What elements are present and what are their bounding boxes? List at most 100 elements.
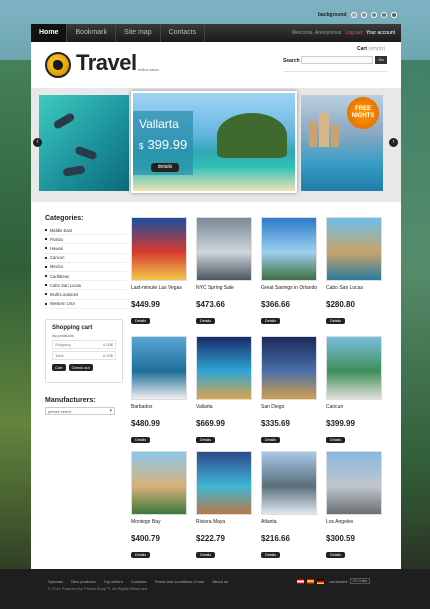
product-image[interactable] bbox=[131, 451, 187, 515]
header: Travel online store Cart (empty) Search … bbox=[31, 42, 401, 88]
nav-item-home[interactable]: Home bbox=[31, 24, 68, 42]
nav-item-contacts[interactable]: Contacts bbox=[161, 24, 206, 42]
product-details-button[interactable]: Details bbox=[196, 552, 215, 558]
nav-item-sitemap[interactable]: Site map bbox=[116, 24, 161, 42]
manufacturers-select[interactable]: please select bbox=[45, 406, 115, 415]
product-details-button[interactable]: Details bbox=[326, 318, 345, 324]
currency-select[interactable]: US Dollar bbox=[350, 578, 371, 584]
globe-logo-icon[interactable] bbox=[45, 52, 71, 78]
background-swatch[interactable] bbox=[370, 12, 377, 18]
product-name[interactable]: Cabo San Lucas bbox=[326, 285, 384, 298]
product-image[interactable] bbox=[326, 336, 382, 400]
product-image[interactable] bbox=[131, 336, 187, 400]
slider-next-button[interactable]: › bbox=[389, 138, 398, 147]
product-name[interactable]: San Diego bbox=[261, 404, 319, 417]
cart-summary[interactable]: Cart (empty) bbox=[357, 46, 385, 52]
product-name[interactable]: Vallarta bbox=[196, 404, 254, 417]
product-image[interactable] bbox=[326, 217, 382, 281]
product-image[interactable] bbox=[196, 451, 252, 515]
product-name[interactable]: Montego Bay bbox=[131, 519, 189, 532]
product-image[interactable] bbox=[261, 451, 317, 515]
category-item[interactable]: Hawaii bbox=[45, 244, 127, 254]
account-link[interactable]: Your account bbox=[366, 30, 395, 36]
background-swatch[interactable] bbox=[390, 12, 397, 18]
product-card[interactable]: Riviera Maya $222.79 Details bbox=[196, 451, 254, 561]
product-name[interactable]: Last-minute Las Vegas bbox=[131, 285, 189, 298]
product-card[interactable]: Los Angeles $300.59 Details bbox=[326, 451, 384, 561]
product-name[interactable]: Barbados bbox=[131, 404, 189, 417]
logo[interactable]: Travel bbox=[76, 50, 137, 76]
category-item[interactable]: Multi-Locations bbox=[45, 290, 127, 300]
category-item[interactable]: Mexico bbox=[45, 263, 127, 272]
product-card[interactable]: Cabo San Lucas $280.80 Details bbox=[326, 217, 384, 327]
background-swatch[interactable] bbox=[360, 12, 367, 18]
footer-link[interactable]: New products bbox=[71, 579, 95, 584]
product-card[interactable]: NYC Spring Sale $473.66 Details bbox=[196, 217, 254, 327]
category-item[interactable]: Middle East bbox=[45, 226, 127, 236]
product-name[interactable]: NYC Spring Sale bbox=[196, 285, 254, 298]
background-swatch[interactable] bbox=[380, 12, 387, 18]
product-card[interactable]: Great Savings in Orlando $366.66 Details bbox=[261, 217, 319, 327]
product-name[interactable]: Atlanta bbox=[261, 519, 319, 532]
product-details-button[interactable]: Details bbox=[261, 552, 280, 558]
nav-item-bookmark[interactable]: Bookmark bbox=[67, 24, 116, 42]
flag-icon[interactable] bbox=[307, 578, 314, 584]
slide-snorkel-image[interactable] bbox=[39, 95, 129, 191]
slide-vallarta[interactable]: Vallarta $399.99 details bbox=[131, 91, 297, 193]
slider-prev-button[interactable]: ‹ bbox=[33, 138, 42, 147]
product-details-button[interactable]: Details bbox=[131, 552, 150, 558]
product-details-button[interactable]: Details bbox=[196, 318, 215, 324]
product-image[interactable] bbox=[196, 217, 252, 281]
product-card[interactable]: Barbados $480.99 Details bbox=[131, 336, 189, 446]
background-swatch[interactable] bbox=[350, 12, 357, 18]
product-details-button[interactable]: Details bbox=[326, 437, 345, 443]
slide-free-nights[interactable]: FREE NIGHTS bbox=[301, 95, 383, 191]
cart-button[interactable]: Cart bbox=[52, 363, 66, 371]
category-item[interactable]: Cancun bbox=[45, 254, 127, 263]
category-item[interactable]: Western USA bbox=[45, 300, 127, 309]
product-image[interactable] bbox=[131, 217, 187, 281]
product-price: $473.66 bbox=[196, 300, 225, 309]
product-image[interactable] bbox=[196, 336, 252, 400]
flag-icon[interactable] bbox=[317, 578, 324, 584]
cart-count: (empty) bbox=[368, 46, 386, 52]
search-button[interactable]: Go bbox=[375, 56, 387, 64]
product-details-button[interactable]: Details bbox=[196, 437, 215, 443]
product-image[interactable] bbox=[261, 217, 317, 281]
product-image[interactable] bbox=[261, 336, 317, 400]
product-image[interactable] bbox=[326, 451, 382, 515]
category-item[interactable]: Caribbean bbox=[45, 272, 127, 282]
product-card[interactable]: Last-minute Las Vegas $449.99 Details bbox=[131, 217, 189, 327]
footer-link[interactable]: Specials bbox=[48, 579, 63, 584]
logout-link[interactable]: Log out bbox=[345, 30, 362, 36]
footer-link[interactable]: Top sellers bbox=[104, 579, 123, 584]
product-details-button[interactable]: Details bbox=[131, 437, 150, 443]
product-card[interactable]: Vallarta $669.99 Details bbox=[196, 336, 254, 446]
product-price: $280.80 bbox=[326, 300, 355, 309]
product-details-button[interactable]: Details bbox=[261, 318, 280, 324]
product-name[interactable]: Los Angeles bbox=[326, 519, 384, 532]
footer-link[interactable]: Contacts bbox=[131, 579, 147, 584]
product-details-button[interactable]: Details bbox=[261, 437, 280, 443]
footer-link[interactable]: Terms and conditions of use bbox=[155, 579, 205, 584]
product-card[interactable]: Cancun $399.99 Details bbox=[326, 336, 384, 446]
logo-subtitle: online store bbox=[138, 67, 159, 72]
slide-details-button[interactable]: details bbox=[151, 163, 179, 172]
category-item[interactable]: Cabo San Lucas bbox=[45, 281, 127, 291]
checkout-button[interactable]: Check out bbox=[68, 363, 93, 371]
product-name[interactable]: Riviera Maya bbox=[196, 519, 254, 532]
product-details-button[interactable]: Details bbox=[131, 318, 150, 324]
language-currency: currencies US Dollar bbox=[297, 578, 371, 584]
search-input[interactable] bbox=[301, 56, 373, 64]
product-name[interactable]: Great Savings in Orlando bbox=[261, 285, 319, 298]
footer-link[interactable]: About us bbox=[212, 579, 228, 584]
product-name[interactable]: Cancun bbox=[326, 404, 384, 417]
product-details-button[interactable]: Details bbox=[326, 552, 345, 558]
flag-icon[interactable] bbox=[297, 578, 304, 584]
product-card[interactable]: Atlanta $216.66 Details bbox=[261, 451, 319, 561]
category-item[interactable]: Florida bbox=[45, 235, 127, 245]
product-card[interactable]: San Diego $335.69 Details bbox=[261, 336, 319, 446]
cart-shipping-row: Shipping 0.00$ bbox=[52, 339, 116, 349]
snorkeler-figure bbox=[52, 112, 76, 130]
product-card[interactable]: Montego Bay $400.79 Details bbox=[131, 451, 189, 561]
